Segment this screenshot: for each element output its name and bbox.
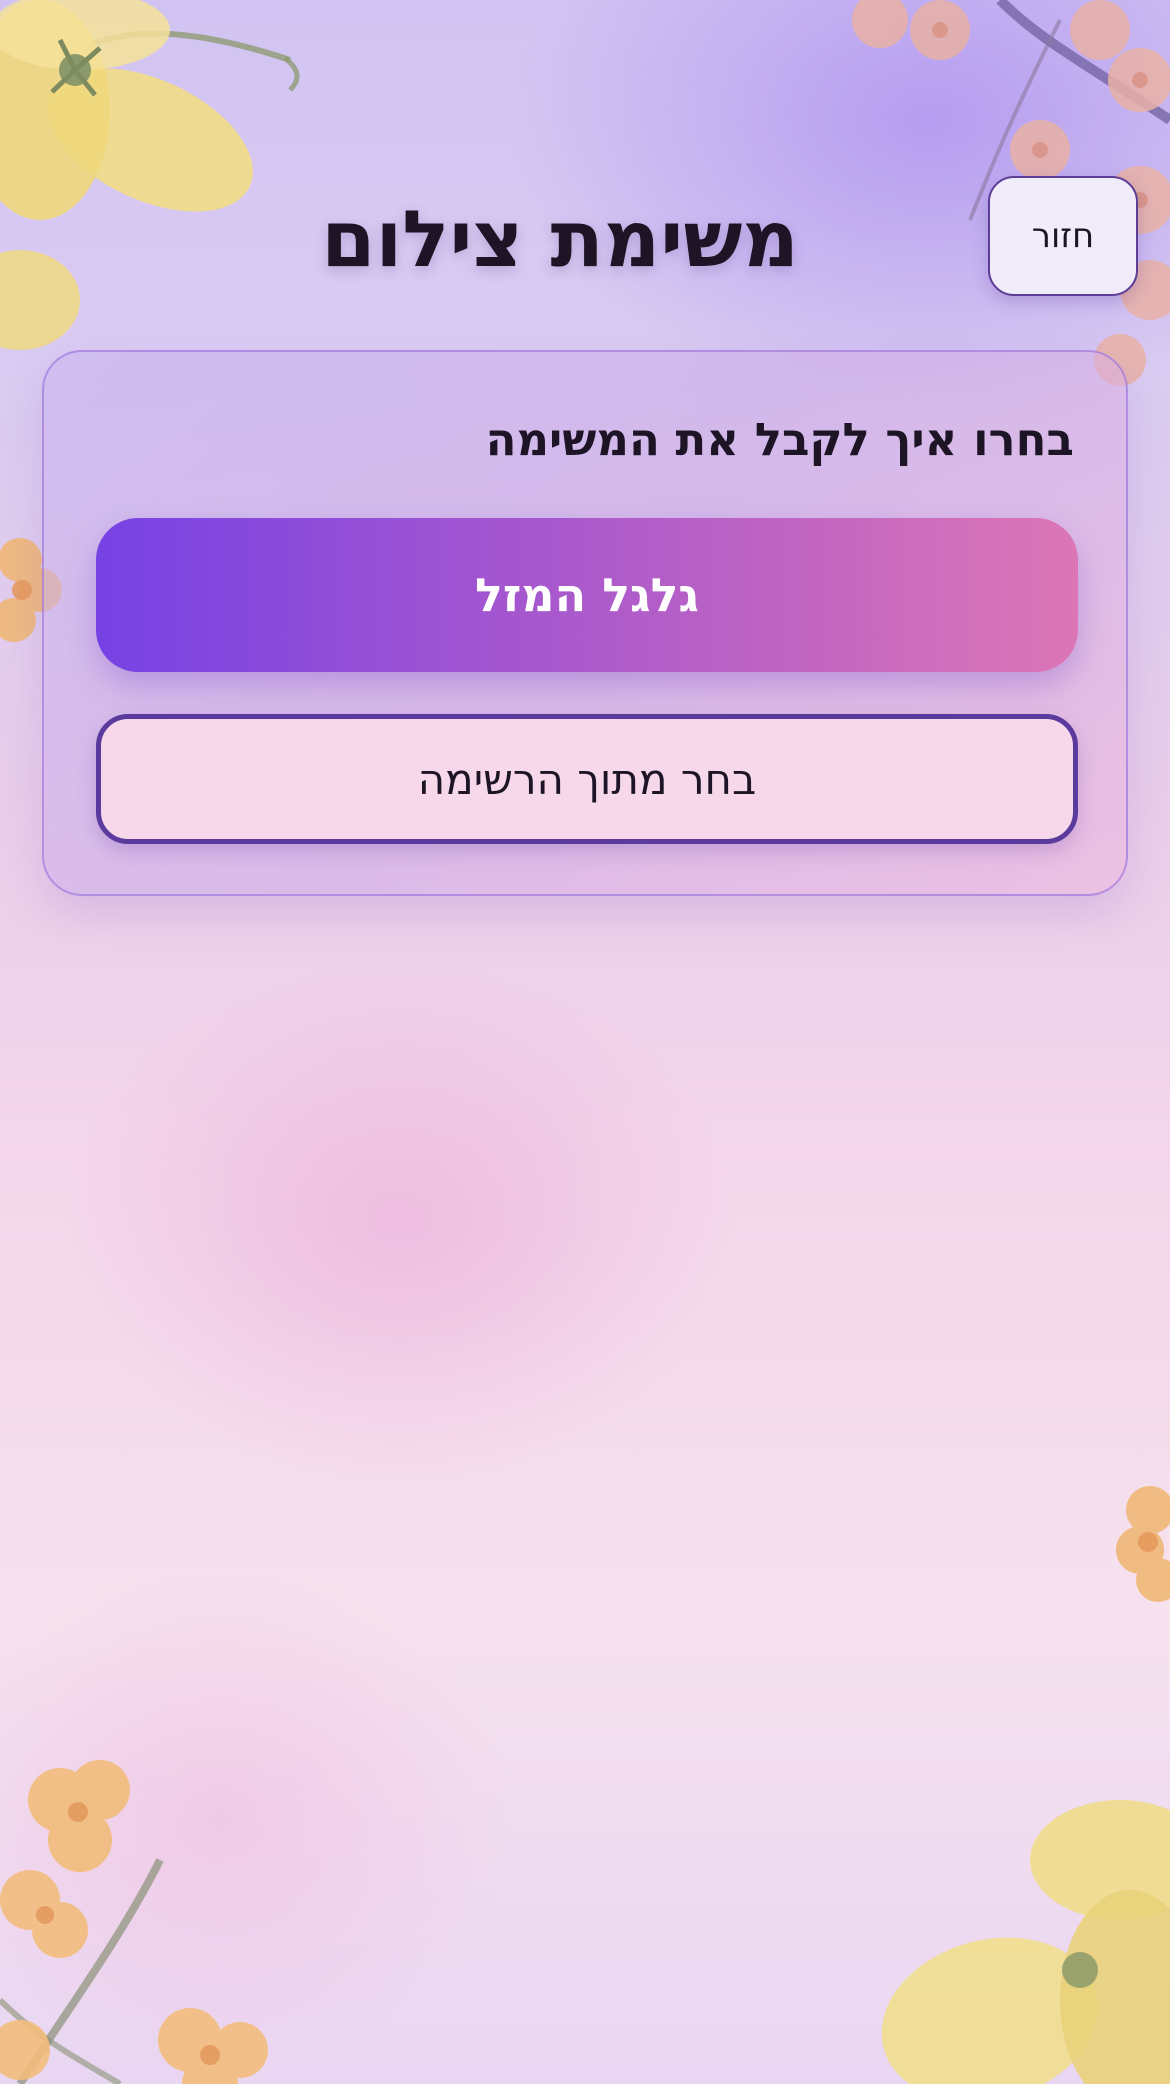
yellow-flower-icon	[870, 1800, 1170, 2084]
choose-from-list-button[interactable]: בחר מתוך הרשימה	[96, 714, 1078, 844]
choice-prompt: בחרו איך לקבל את המשימה	[485, 413, 1074, 466]
peach-blossom-icon	[1110, 1470, 1170, 1610]
peach-blossom-icon	[0, 1720, 300, 2084]
wheel-of-fortune-button[interactable]: גלגל המזל	[96, 518, 1078, 672]
page-title: משימת צילום	[321, 195, 799, 285]
back-button[interactable]: חזור	[988, 176, 1138, 296]
task-choice-card: בחרו איך לקבל את המשימה גלגל המזל בחר מת…	[42, 350, 1128, 896]
